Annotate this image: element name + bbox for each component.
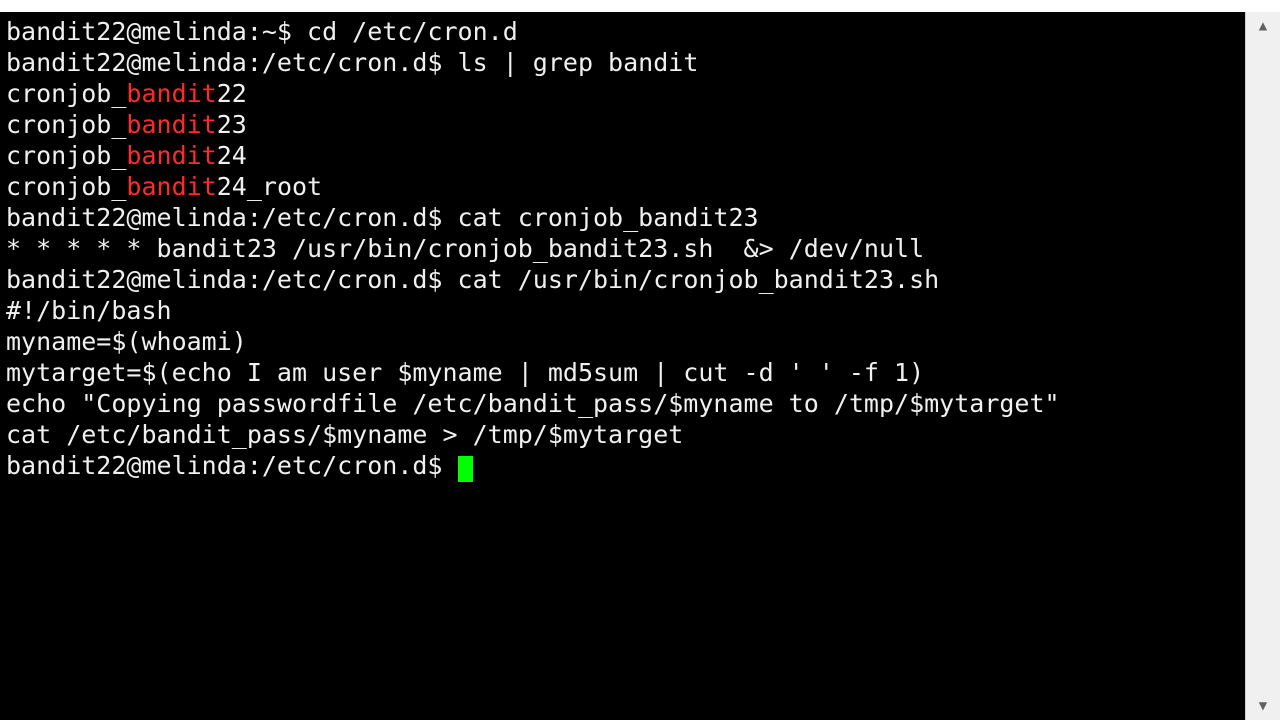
command-cat-script: cat /usr/bin/cronjob_bandit23.sh [458,265,940,294]
prompt-crond: bandit22@melinda:/etc/cron.d$ [6,48,458,77]
ls-result-row: cronjob_bandit23 [6,109,1241,140]
ls-suffix: 22 [217,79,247,108]
grep-match: bandit [126,79,216,108]
cursor-block [458,456,473,482]
prompt-crond: bandit22@melinda:/etc/cron.d$ [6,203,458,232]
prompt-line: bandit22@melinda:/etc/cron.d$ cat cronjo… [6,202,1241,233]
grep-match: bandit [126,172,216,201]
scroll-up-arrow-icon[interactable]: ▲ [1246,12,1280,40]
prompt-crond: bandit22@melinda:/etc/cron.d$ [6,265,458,294]
command-ls-grep: ls | grep bandit [458,48,699,77]
script-cat: cat /etc/bandit_pass/$myname > /tmp/$myt… [6,419,1241,450]
terminal-window: bandit22@melinda:~$ cd /etc/cron.dbandit… [0,0,1280,720]
ls-prefix: cronjob_ [6,141,126,170]
script-myname: myname=$(whoami) [6,326,1241,357]
prompt-line-active: bandit22@melinda:/etc/cron.d$ [6,450,1241,481]
script-mytarget: mytarget=$(echo I am user $myname | md5s… [6,357,1241,388]
scrollbar-vertical[interactable]: ▲ ▼ [1245,12,1280,720]
prompt-line: bandit22@melinda:~$ cd /etc/cron.d [6,16,1241,47]
ls-prefix: cronjob_ [6,110,126,139]
command-cat-cron: cat cronjob_bandit23 [458,203,759,232]
command-cd: cd /etc/cron.d [307,17,518,46]
ls-result-row: cronjob_bandit22 [6,78,1241,109]
script-echo: echo "Copying passwordfile /etc/bandit_p… [6,388,1241,419]
ls-prefix: cronjob_ [6,79,126,108]
ls-suffix: 23 [217,110,247,139]
grep-match: bandit [126,110,216,139]
prompt-line: bandit22@melinda:/etc/cron.d$ cat /usr/b… [6,264,1241,295]
ls-result-row: cronjob_bandit24_root [6,171,1241,202]
script-shebang: #!/bin/bash [6,295,1241,326]
ls-result-row: cronjob_bandit24 [6,140,1241,171]
scroll-down-arrow-icon[interactable]: ▼ [1246,692,1280,720]
terminal-wrap: bandit22@melinda:~$ cd /etc/cron.dbandit… [0,12,1280,720]
grep-match: bandit [126,141,216,170]
ls-suffix: 24 [217,141,247,170]
cron-entry: * * * * * bandit23 /usr/bin/cronjob_band… [6,233,1241,264]
prompt-line: bandit22@melinda:/etc/cron.d$ ls | grep … [6,47,1241,78]
prompt-home: bandit22@melinda:~$ [6,17,307,46]
ls-prefix: cronjob_ [6,172,126,201]
prompt-crond: bandit22@melinda:/etc/cron.d$ [6,451,458,480]
ls-suffix: 24_root [217,172,322,201]
terminal-output[interactable]: bandit22@melinda:~$ cd /etc/cron.dbandit… [0,12,1245,720]
